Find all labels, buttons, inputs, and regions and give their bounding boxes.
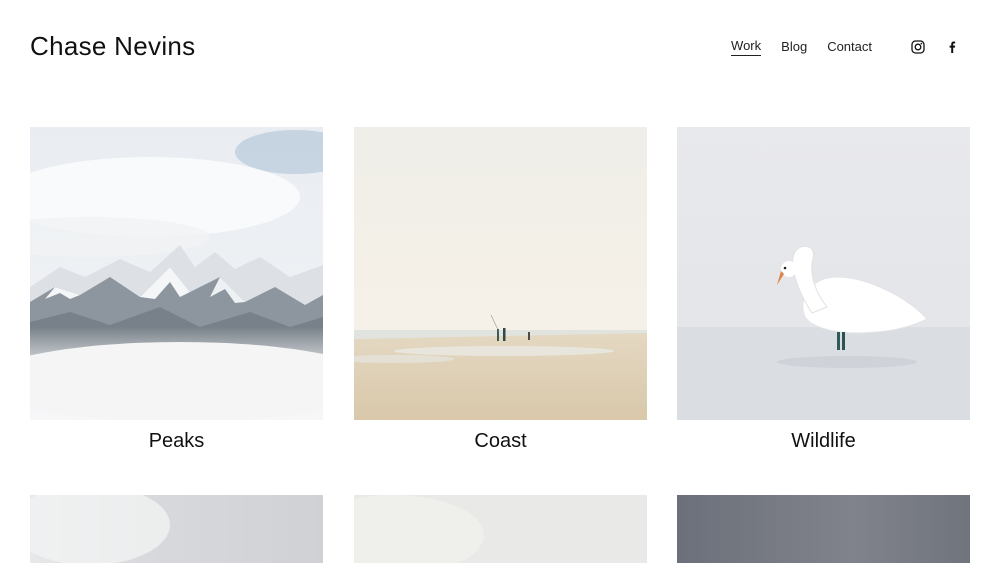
gallery-item-coast[interactable]: Coast <box>354 127 647 453</box>
gallery-caption-wildlife[interactable]: Wildlife <box>677 430 970 453</box>
facebook-icon[interactable] <box>944 39 960 55</box>
gallery-caption-coast[interactable]: Coast <box>354 430 647 453</box>
site-title[interactable]: Chase Nevins <box>30 31 195 62</box>
page: Chase Nevins Work Blog Contact Peaks Coa… <box>0 0 1000 563</box>
gallery-item-peaks[interactable]: Peaks <box>30 127 323 453</box>
gallery-item-row2-1[interactable] <box>30 495 323 563</box>
nav-item-blog[interactable]: Blog <box>781 39 807 56</box>
wildlife-image[interactable] <box>677 127 970 420</box>
gallery-item-row2-3[interactable] <box>677 495 970 563</box>
nav-item-contact[interactable]: Contact <box>827 39 872 56</box>
peaks-image[interactable] <box>30 127 323 420</box>
gallery-caption-peaks[interactable]: Peaks <box>30 430 323 453</box>
instagram-icon[interactable] <box>910 39 926 55</box>
main-nav: Work Blog Contact <box>731 38 960 56</box>
gallery-item-wildlife[interactable]: Wildlife <box>677 127 970 453</box>
nav-item-work[interactable]: Work <box>731 38 762 56</box>
coast-image[interactable] <box>354 127 647 420</box>
gallery-item-row2-2[interactable] <box>354 495 647 563</box>
